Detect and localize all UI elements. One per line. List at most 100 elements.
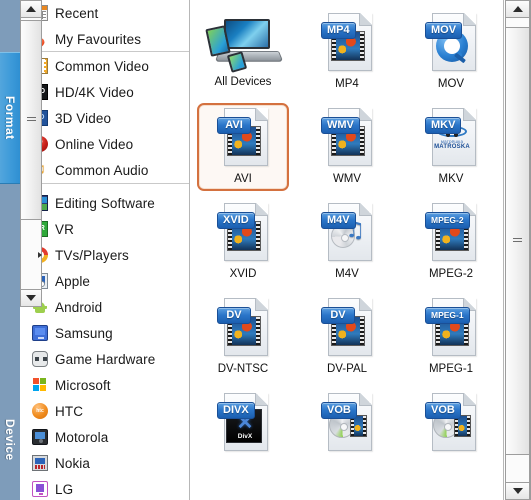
sidebar-item-hd-4k-video[interactable]: HD HD/4K Video [20, 79, 189, 105]
tab-device-label: Device [3, 419, 17, 461]
file-format-icon: MOV [425, 13, 477, 75]
sidebar-item-label: Samsung [55, 325, 113, 341]
format-item-label: MPEG-1 [428, 363, 474, 375]
sidebar-item-microsoft[interactable]: Microsoft [20, 372, 189, 398]
format-item[interactable]: VOB [399, 384, 503, 479]
format-item[interactable]: VOB [295, 384, 399, 479]
format-item-m4v[interactable]: ♫ M4V M4V [295, 194, 399, 289]
format-item-xvid[interactable]: XVID XVID [191, 194, 295, 289]
file-format-icon: VOB [425, 393, 477, 455]
format-item-body: XVID XVID [197, 198, 289, 286]
format-group: Common Video HD HD/4K Video 3D 3D Video … [20, 53, 189, 184]
format-item-body: MOV MOV [405, 8, 497, 96]
format-item-dv-ntsc[interactable]: DV DV-NTSC [191, 289, 295, 384]
sidebar-item-htc[interactable]: htc HTC [20, 398, 189, 424]
scroll-down-icon [512, 488, 523, 494]
sidebar-item-nokia[interactable]: Nokia [20, 450, 189, 476]
format-item-mpeg-2[interactable]: MPEG-2 MPEG-2 [399, 194, 503, 289]
format-item[interactable]: ✕ DivX DIVX [191, 384, 295, 479]
main-scroll-up-button[interactable] [505, 0, 530, 18]
all-devices-icon [205, 13, 278, 73]
sidebar-item-label: VR [55, 221, 74, 237]
format-item-body: MP4 MP4 [301, 8, 393, 96]
scroll-down-icon [26, 295, 36, 301]
sidebar-item-label: HTC [55, 403, 84, 419]
file-format-icon: MPEG-2 [425, 203, 477, 265]
format-item-label: M4V [335, 268, 359, 280]
sidebar-item-game-hardware[interactable]: Game Hardware [20, 346, 189, 372]
category-tab-rail: Format Device [0, 0, 20, 500]
format-badge: MKV [425, 117, 462, 134]
format-item-body: AVI AVI [197, 103, 289, 191]
format-item-body: MPEG-2 MPEG-2 [405, 198, 497, 286]
format-item-label: XVID [229, 268, 257, 280]
sidebar-item-recent[interactable]: Recent [20, 0, 189, 26]
tab-device[interactable]: Device [0, 380, 20, 500]
sidebar-item-common-video[interactable]: Common Video [20, 53, 189, 79]
format-badge: DIVX [217, 402, 255, 419]
main-scrollbar[interactable] [505, 0, 530, 500]
format-chooser-window: Format Device Recent My Favourites Commo… [0, 0, 531, 500]
scroll-up-icon [512, 6, 523, 12]
sidebar-scroll-up-button[interactable] [20, 0, 42, 18]
format-item-all devices[interactable]: All Devices [191, 4, 295, 99]
lg-icon [32, 481, 48, 497]
format-grid[interactable]: All Devices MP4 MP4 MOV MOV AVI AVI WMV WMV матрё… [191, 0, 503, 479]
format-badge: VOB [321, 402, 357, 419]
sidebar-item-android[interactable]: Android [20, 294, 189, 320]
laptop-icon [224, 19, 270, 49]
sidebar-item-my-favourites[interactable]: My Favourites [20, 26, 189, 52]
sidebar-item-lg[interactable]: LG [20, 476, 189, 500]
format-badge: VOB [425, 402, 461, 419]
grip-icon [513, 238, 522, 244]
format-badge: AVI [217, 117, 251, 134]
motorola-icon [32, 429, 48, 445]
format-item-body: WMV WMV [301, 103, 393, 191]
tab-format[interactable]: Format [0, 52, 20, 184]
format-item-label: DV-NTSC [217, 363, 269, 375]
format-grid-row: DV DV-NTSC DV DV-PAL MPEG-1 MPEG-1 [191, 289, 503, 384]
format-item-mkv[interactable]: матрёшка MATROSKA MKV MKV [399, 99, 503, 194]
format-item-body: матрёшка MATROSKA MKV MKV [405, 103, 497, 191]
sidebar-item-common-audio[interactable]: ♫ Common Audio [20, 157, 189, 183]
format-item-label: MPEG-2 [428, 268, 474, 280]
sidebar-item-label: Common Audio [55, 162, 149, 178]
file-format-icon: матрёшка MATROSKA MKV [425, 108, 477, 170]
format-grid-row: AVI AVI WMV WMV матрёшка MATROSKA MKV MKV [191, 99, 503, 194]
htc-icon: htc [32, 403, 48, 419]
sidebar-item-motorola[interactable]: Motorola [20, 424, 189, 450]
sidebar-item-3d-video[interactable]: 3D 3D Video [20, 105, 189, 131]
sidebar-item-label: TVs/Players [55, 247, 129, 263]
format-badge: WMV [321, 117, 360, 134]
format-item-mov[interactable]: MOV MOV [399, 4, 503, 99]
main-scroll-down-button[interactable] [505, 482, 530, 500]
main-scroll-thumb[interactable] [505, 27, 530, 455]
sidebar-scroll-thumb[interactable] [20, 20, 42, 220]
format-item-body: ♫ M4V M4V [301, 198, 393, 286]
format-item-dv-pal[interactable]: DV DV-PAL [295, 289, 399, 384]
device-group[interactable]: Editing Software VRVR TVs/Players Apple Andr… [20, 190, 189, 500]
sidebar-item-tvs-players[interactable]: TVs/Players [20, 242, 189, 268]
sidebar-item-editing-software[interactable]: Editing Software [20, 190, 189, 216]
sidebar-item-apple[interactable]: Apple [20, 268, 189, 294]
format-badge: MP4 [321, 22, 356, 39]
grip-icon [26, 117, 36, 123]
sidebar-item-samsung[interactable]: Samsung [20, 320, 189, 346]
sidebar-item-vr[interactable]: VRVR [20, 216, 189, 242]
format-badge: MPEG-1 [425, 307, 470, 324]
format-item-mp4[interactable]: MP4 MP4 [295, 4, 399, 99]
format-item-wmv[interactable]: WMV WMV [295, 99, 399, 194]
sidebar-item-label: Game Hardware [55, 351, 156, 367]
format-badge: DV [217, 307, 251, 324]
sidebar-item-online-video[interactable]: F Online Video [20, 131, 189, 157]
sidebar-item-label: Common Video [55, 58, 149, 74]
sidebar-scrollbar[interactable] [20, 0, 42, 307]
sidebar-item-label: 3D Video [55, 110, 112, 126]
format-item-avi[interactable]: AVI AVI [191, 99, 295, 194]
file-format-icon: VOB [321, 393, 373, 455]
sidebar-scroll-down-button[interactable] [20, 289, 42, 307]
format-item-mpeg-1[interactable]: MPEG-1 MPEG-1 [399, 289, 503, 384]
format-item-body: DV DV-PAL [301, 293, 393, 381]
format-item-label: DV-PAL [326, 363, 368, 375]
sidebar-item-label: Motorola [55, 429, 109, 445]
